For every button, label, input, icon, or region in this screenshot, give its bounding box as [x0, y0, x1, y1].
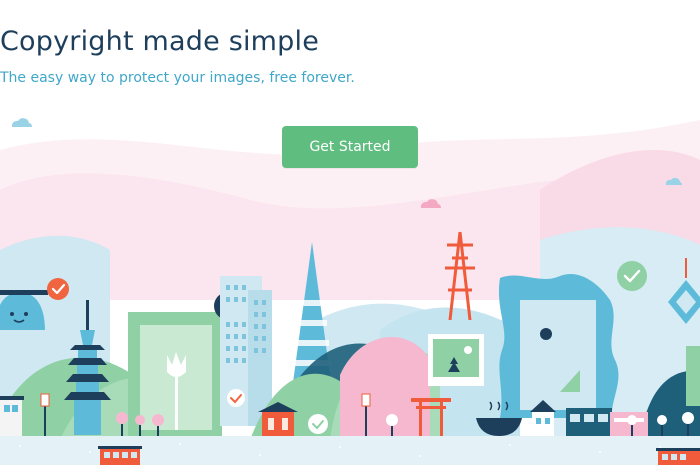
house-icon [0, 396, 24, 436]
cable-car-icon [656, 448, 700, 465]
hero-title: Copyright made simple [0, 26, 320, 57]
checkmark-badge-icon [308, 414, 328, 434]
hero-subtitle: The easy way to protect your images, fre… [0, 70, 355, 86]
picture-frame-icon [498, 273, 619, 418]
get-started-button[interactable]: Get Started [282, 126, 418, 168]
image-placeholder-icon [428, 334, 484, 386]
checkmark-badge-icon [227, 389, 245, 407]
checkmark-badge-icon [47, 278, 69, 300]
cable-car-icon [98, 446, 142, 465]
cloud-icon [11, 118, 33, 127]
checkmark-badge-icon [617, 261, 647, 291]
skyscraper-icon [220, 276, 272, 426]
